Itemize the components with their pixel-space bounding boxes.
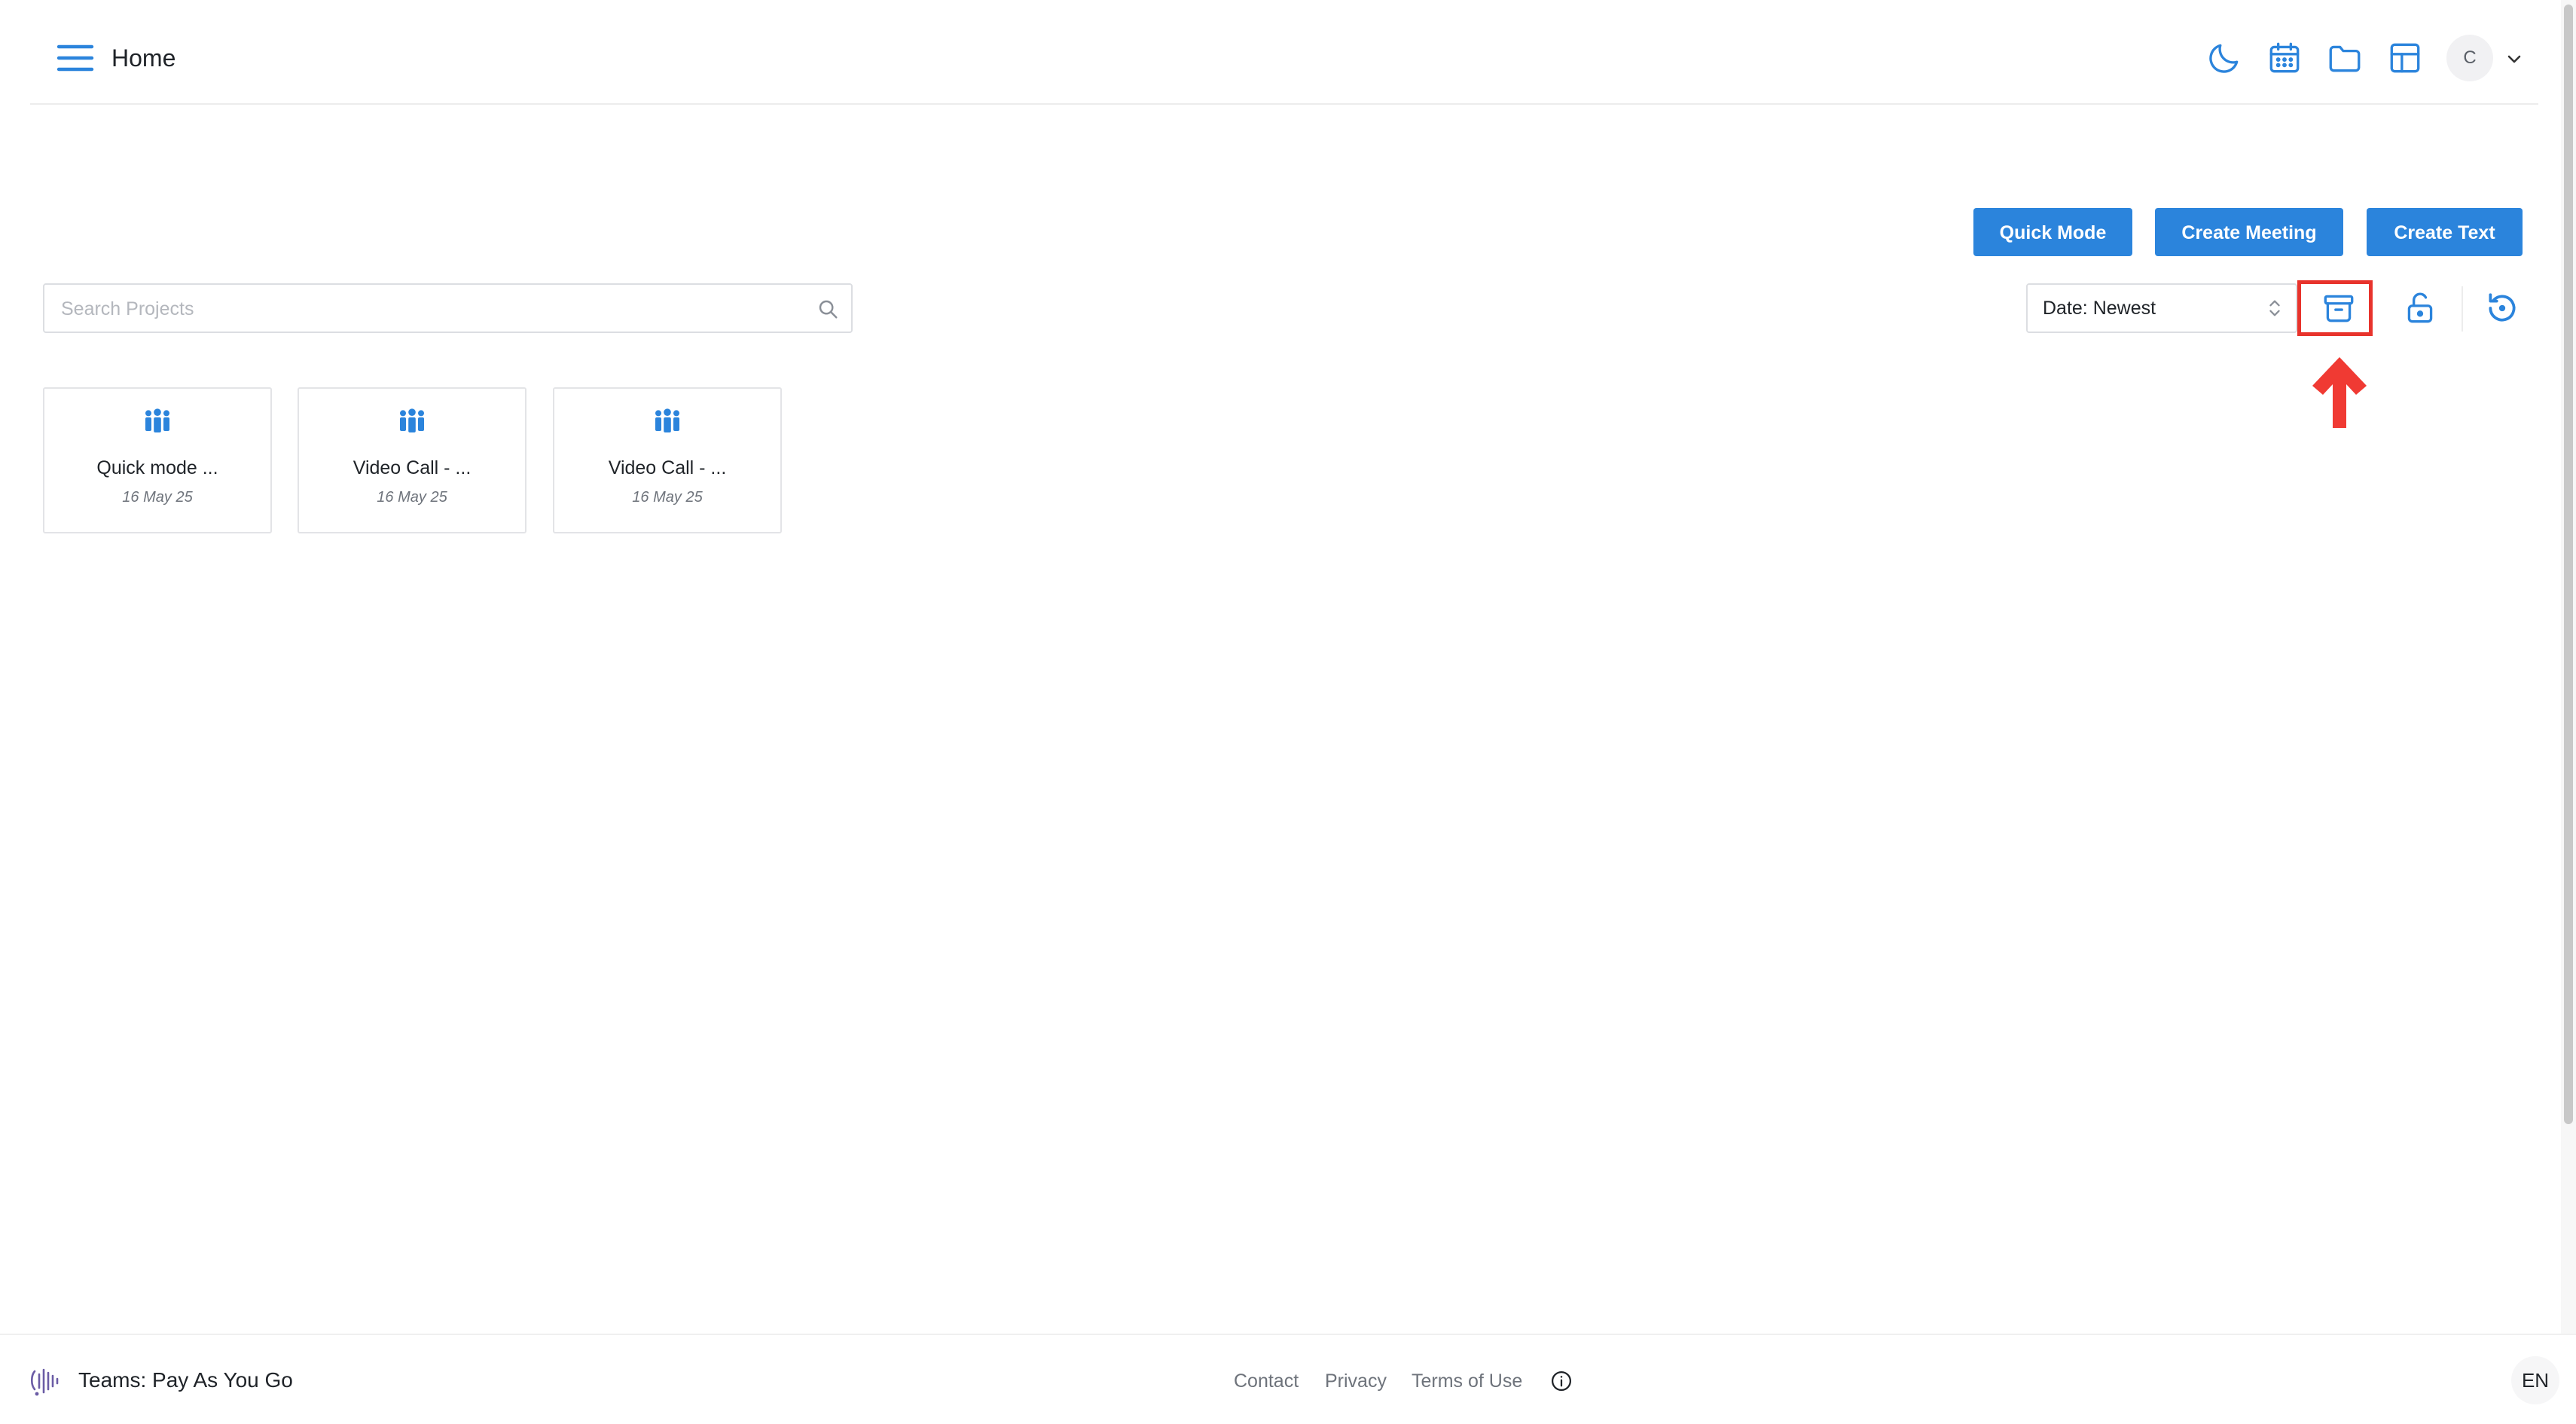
- project-title: Video Call - ...: [608, 457, 727, 478]
- terms-link[interactable]: Terms of Use: [1412, 1368, 1522, 1394]
- folder-icon[interactable]: [2326, 39, 2364, 77]
- page-title: Home: [111, 44, 176, 72]
- sort-arrows-icon: [2267, 298, 2282, 318]
- search-box: [43, 283, 853, 333]
- people-group-icon: [142, 408, 172, 432]
- project-card[interactable]: Video Call - ... 16 May 25: [553, 387, 782, 533]
- project-date: 16 May 25: [122, 489, 193, 506]
- toolbar-divider: [2462, 286, 2463, 332]
- top-bar: Home C: [30, 0, 2538, 105]
- calendar-icon[interactable]: [2266, 39, 2303, 77]
- contact-link[interactable]: Contact: [1234, 1368, 1299, 1394]
- footer: Teams: Pay As You Go Contact Privacy Ter…: [0, 1334, 2576, 1424]
- moon-icon[interactable]: [2205, 39, 2243, 77]
- project-title: Quick mode ...: [96, 457, 218, 478]
- avatar: C: [2446, 35, 2493, 81]
- quick-mode-button[interactable]: Quick Mode: [1973, 208, 2132, 256]
- create-text-button[interactable]: Create Text: [2367, 208, 2523, 256]
- red-arrow-up-icon: [2306, 353, 2373, 431]
- project-title: Video Call - ...: [353, 457, 472, 478]
- project-card[interactable]: Quick mode ... 16 May 25: [43, 387, 272, 533]
- layout-grid-icon[interactable]: [2386, 39, 2424, 77]
- unlock-icon[interactable]: [2401, 289, 2439, 327]
- search-icon[interactable]: [816, 298, 839, 320]
- sort-selected-value: Date: Newest: [2043, 298, 2156, 319]
- brand-logo-icon: [27, 1362, 63, 1398]
- menu-icon[interactable]: [56, 42, 95, 74]
- archive-icon[interactable]: [2320, 289, 2358, 327]
- scrollbar-thumb[interactable]: [2564, 5, 2573, 1124]
- sort-select[interactable]: Date: Newest: [2026, 283, 2297, 333]
- project-card[interactable]: Video Call - ... 16 May 25: [298, 387, 526, 533]
- project-date: 16 May 25: [632, 489, 703, 506]
- language-switcher[interactable]: EN: [2511, 1356, 2559, 1404]
- user-menu[interactable]: C: [2446, 35, 2537, 81]
- footer-brand: Teams: Pay As You Go: [78, 1368, 293, 1392]
- privacy-link[interactable]: Privacy: [1325, 1368, 1387, 1394]
- create-meeting-button[interactable]: Create Meeting: [2155, 208, 2343, 256]
- info-icon[interactable]: [1550, 1370, 1573, 1392]
- chevron-down-icon: [2505, 50, 2523, 68]
- history-icon[interactable]: [2483, 289, 2521, 327]
- project-date: 16 May 25: [377, 489, 447, 506]
- people-group-icon: [652, 408, 682, 432]
- people-group-icon: [397, 408, 427, 432]
- search-input[interactable]: [60, 292, 798, 325]
